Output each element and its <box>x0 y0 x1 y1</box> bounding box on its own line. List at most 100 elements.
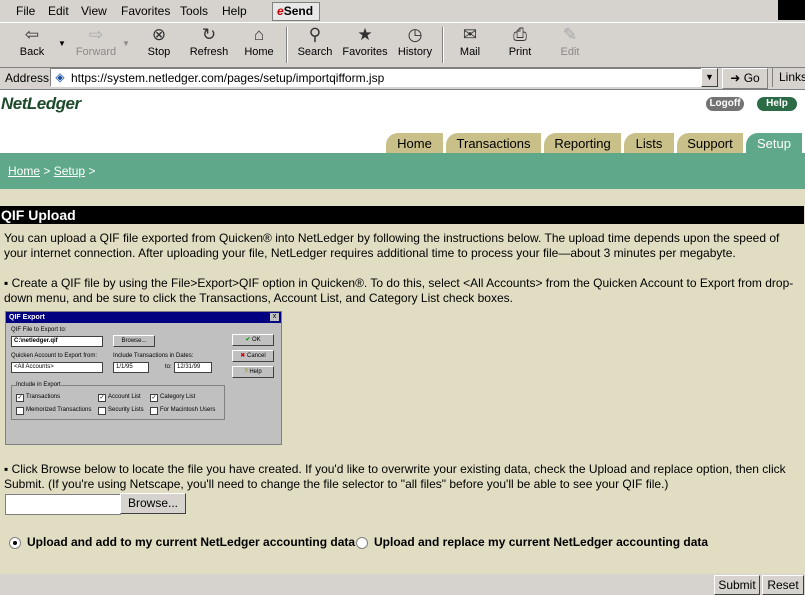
menu-view[interactable]: View <box>81 4 107 18</box>
menu-file[interactable]: File <box>16 4 35 18</box>
forward-arrow-icon: ⇨ <box>88 25 104 44</box>
page-icon: ◈ <box>55 70 65 84</box>
windows-logo-icon <box>778 0 805 20</box>
qif-export-dialog-image: QIF Export x QIF File to Export to: C:\n… <box>5 311 282 445</box>
toolbar-separator <box>442 27 444 63</box>
forward-dropdown-icon[interactable]: ▼ <box>122 39 130 48</box>
check-icon: ✔ <box>245 337 253 343</box>
menu-bar: File Edit View Favorites Tools Help eSen… <box>0 0 805 22</box>
dialog-date-from: 1/1/95 <box>113 362 149 373</box>
address-dropdown-icon[interactable]: ▼ <box>701 68 718 87</box>
mail-icon: ✉ <box>462 25 478 44</box>
dialog-title: QIF Export <box>6 312 281 323</box>
intro-text: You can upload a QIF file exported from … <box>4 231 780 260</box>
links-button[interactable]: Links <box>772 68 805 87</box>
stop-button[interactable]: ⊗ Stop <box>135 25 183 65</box>
radio-upload-add[interactable] <box>9 537 21 549</box>
history-button[interactable]: ◷ History <box>391 25 439 65</box>
history-icon: ◷ <box>407 25 423 44</box>
dialog-include-group: Include in Export ✓ Transactions ✓ Accou… <box>11 382 225 420</box>
tab-transactions[interactable]: Transactions <box>446 133 541 153</box>
stop-icon: ⊗ <box>151 25 167 44</box>
web-page: NetLedger Logoff Help Home Transactions … <box>0 90 805 574</box>
tab-reporting[interactable]: Reporting <box>544 133 621 153</box>
dialog-dates-label: Include Transactions in Dates: <box>113 353 194 359</box>
cross-icon: ✖ <box>240 353 247 359</box>
page-title: QIF Upload <box>0 206 804 224</box>
submit-button[interactable]: Submit <box>714 575 760 595</box>
edit-button[interactable]: ✎ Edit <box>546 25 594 65</box>
toolbar-separator <box>286 27 288 63</box>
dialog-include-label: Include in Export <box>16 382 61 388</box>
breadcrumb-separator: > <box>43 164 51 178</box>
browse-button[interactable]: Browse... <box>120 493 186 514</box>
favorites-icon: ★ <box>357 25 373 44</box>
logoff-button[interactable]: Logoff <box>706 97 744 111</box>
back-dropdown-icon[interactable]: ▼ <box>58 39 66 48</box>
dialog-file-label: QIF File to Export to: <box>11 327 67 333</box>
send-button[interactable]: eSend <box>272 2 320 21</box>
dialog-cancel-button: ✖ Cancel <box>232 350 274 362</box>
search-button[interactable]: ⚲ Search <box>291 25 339 65</box>
send-e-icon: e <box>277 4 284 18</box>
radio-upload-replace[interactable] <box>356 537 368 549</box>
bottom-bar: Submit Reset <box>0 574 805 595</box>
breadcrumb: Home > Setup > <box>8 164 95 178</box>
mail-button[interactable]: ✉ Mail <box>446 25 494 65</box>
breadcrumb-separator: > <box>88 164 96 178</box>
menu-edit[interactable]: Edit <box>48 4 69 18</box>
send-label: Send <box>283 4 314 18</box>
qif-file-input[interactable] <box>5 494 121 515</box>
tab-home[interactable]: Home <box>386 133 443 153</box>
content-area: QIF Upload You can upload a QIF file exp… <box>0 189 805 574</box>
close-icon: x <box>270 313 279 321</box>
dialog-help-button: ? Help <box>232 366 274 378</box>
tab-support[interactable]: Support <box>677 133 743 153</box>
dialog-check-memorized <box>16 407 24 415</box>
dialog-check-category-list: ✓ <box>150 394 158 402</box>
dialog-check-transactions: ✓ <box>16 394 24 402</box>
menu-tools[interactable]: Tools <box>180 4 208 18</box>
breadcrumb-setup[interactable]: Setup <box>54 164 85 178</box>
favorites-button[interactable]: ★ Favorites <box>341 25 389 65</box>
print-button[interactable]: ⎙ Print <box>496 25 544 65</box>
upload-replace-label: Upload and replace my current NetLedger … <box>374 535 709 549</box>
address-label: Address <box>5 71 50 85</box>
print-icon: ⎙ <box>513 25 527 44</box>
forward-button[interactable]: ⇨ Forward <box>72 25 120 65</box>
menu-help[interactable]: Help <box>222 4 247 18</box>
tab-setup[interactable]: Setup <box>746 133 802 153</box>
home-icon: ⌂ <box>253 25 265 44</box>
dialog-browse-button: Browse... <box>113 335 155 347</box>
tab-lists[interactable]: Lists <box>624 133 674 153</box>
step2-text: ▪ Click Browse below to locate the file … <box>4 462 786 491</box>
refresh-icon: ↻ <box>201 25 217 44</box>
dialog-to-label: to: <box>165 364 172 370</box>
upload-add-label: Upload and add to my current NetLedger a… <box>27 535 356 549</box>
back-button[interactable]: ⇦ Back <box>8 25 56 65</box>
dialog-check-macintosh <box>150 407 158 415</box>
edit-icon: ✎ <box>562 25 578 44</box>
reset-button[interactable]: Reset <box>762 575 804 595</box>
nav-strip: Home > Setup > <box>0 153 805 189</box>
dialog-account-label: Quicken Account to Export from: <box>11 353 98 359</box>
address-input[interactable]: ◈ https://system.netledger.com/pages/set… <box>50 68 704 87</box>
help-button[interactable]: Help <box>757 97 797 111</box>
menu-favorites[interactable]: Favorites <box>121 4 170 18</box>
dialog-account-select: <All Accounts> <box>11 362 103 373</box>
dialog-date-to: 12/31/99 <box>174 362 212 373</box>
back-arrow-icon: ⇦ <box>24 25 40 44</box>
browser-toolbar: ⇦ Back ▼ ⇨ Forward ▼ ⊗ Stop ↻ Refresh ⌂ Home … <box>0 22 805 68</box>
go-button[interactable]: ➜ Go <box>722 68 768 89</box>
netledger-logo: NetLedger <box>1 94 81 113</box>
refresh-button[interactable]: ↻ Refresh <box>185 25 233 65</box>
go-arrow-icon: ➜ <box>730 71 741 85</box>
address-bar: Address ◈ https://system.netledger.com/p… <box>0 67 805 90</box>
step1-text: ▪ Create a QIF file by using the File>Ex… <box>4 276 794 305</box>
search-icon: ⚲ <box>308 25 322 44</box>
dialog-check-security <box>98 407 106 415</box>
radio-selected-dot <box>13 541 17 545</box>
dialog-file-field: C:\netledger.qif <box>11 336 103 347</box>
home-button[interactable]: ⌂ Home <box>235 25 283 65</box>
breadcrumb-home[interactable]: Home <box>8 164 40 178</box>
